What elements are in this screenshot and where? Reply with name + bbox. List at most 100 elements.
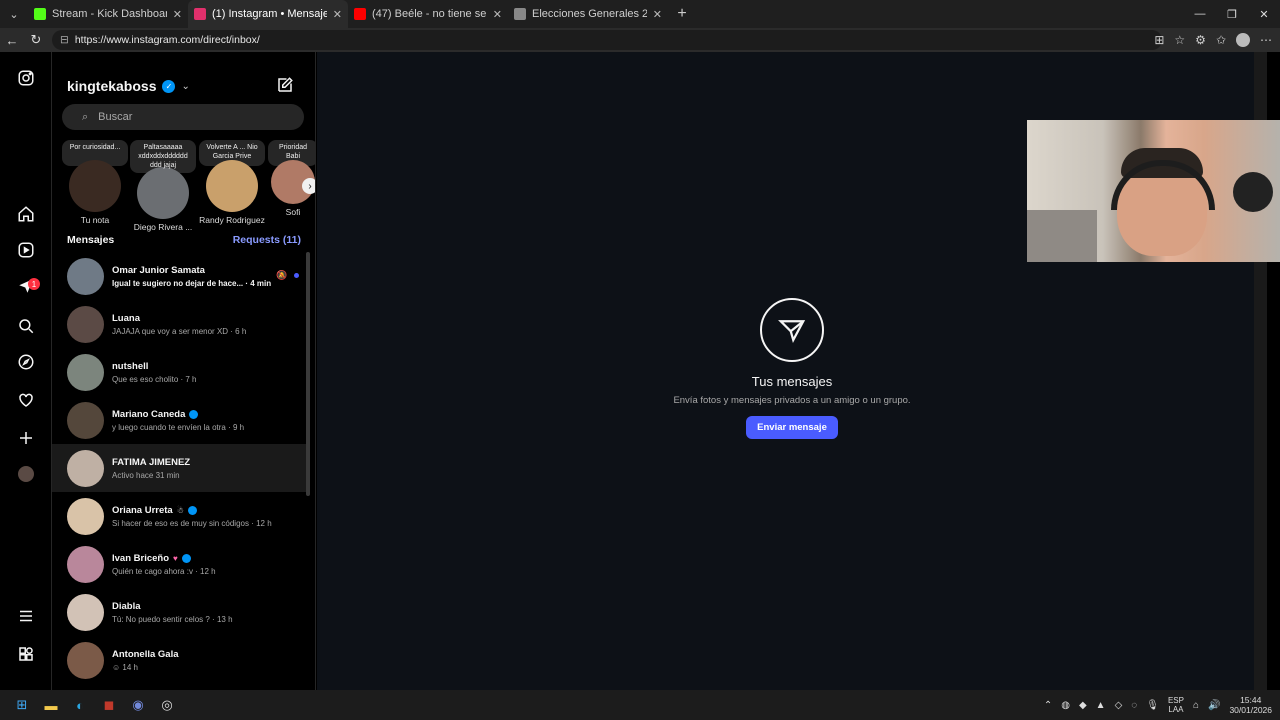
chevron-right-icon[interactable]: ›	[302, 178, 315, 194]
home-icon[interactable]	[14, 202, 38, 226]
tray-app-icon[interactable]: ◆	[1079, 700, 1087, 711]
favorites-list-icon[interactable]: ✩	[1216, 33, 1226, 47]
thread-preview: Que es eso cholito · 7 h	[112, 374, 197, 384]
close-window-icon[interactable]: ✕	[1248, 0, 1280, 28]
heart-icon[interactable]	[14, 388, 38, 412]
restore-icon[interactable]: ❐	[1216, 0, 1248, 28]
file-explorer-icon[interactable]: ▬	[39, 693, 63, 717]
search-placeholder: Buscar	[98, 111, 133, 123]
window-controls: — ❐ ✕	[1184, 0, 1280, 28]
clock[interactable]: 15:44 30/01/2026	[1229, 695, 1272, 715]
show-hidden-icons-chevron-icon[interactable]: ⌃	[1044, 700, 1052, 711]
minimize-icon[interactable]: —	[1184, 0, 1216, 28]
tray-app-icon[interactable]: ▲	[1096, 700, 1106, 711]
input-language[interactable]: ESP LAA	[1168, 696, 1184, 714]
close-tab-icon[interactable]: ✕	[653, 8, 662, 21]
close-tab-icon[interactable]: ✕	[493, 8, 502, 21]
browser-tab[interactable]: Stream - Kick Dashboard ✕	[28, 0, 188, 28]
empty-state: Tus mensajes Envía fotos y mensajes priv…	[317, 298, 1267, 439]
search-input[interactable]: ⌕ Buscar	[62, 104, 304, 130]
explore-compass-icon[interactable]	[14, 350, 38, 374]
browser-tab-active[interactable]: (1) Instagram • Mensajes ✕	[188, 0, 348, 28]
new-message-compose-icon[interactable]	[276, 76, 296, 96]
requests-link[interactable]: Requests (11)	[233, 234, 301, 246]
note-item[interactable]: Paltasaaaaa xddxddxdddddd ddd jajaj Dieg…	[130, 140, 196, 232]
volume-icon[interactable]: 🔊	[1208, 700, 1220, 711]
thread-preview: Activo hace 31 min	[112, 470, 180, 480]
microphone-icon[interactable]: 🎙	[1146, 700, 1159, 711]
network-icon[interactable]: ⌂	[1193, 700, 1199, 711]
discord-icon[interactable]: ◉	[126, 693, 150, 717]
more-menu-icon[interactable]: ⋯	[1260, 33, 1272, 47]
tab-actions-chevron-icon[interactable]: ⌄	[0, 0, 28, 28]
youtube-favicon-icon	[354, 8, 366, 20]
avatar	[67, 641, 104, 679]
hamburger-menu-icon[interactable]	[14, 604, 38, 628]
language-code: ESP	[1167, 696, 1184, 705]
apps-grid-icon[interactable]	[14, 642, 38, 666]
thread-name-row: Mariano Caneda	[112, 409, 282, 420]
app-install-icon[interactable]: ⊞	[1154, 33, 1164, 47]
instagram-favicon-icon	[194, 8, 206, 20]
thread-row[interactable]: FATIMA JIMENEZ Activo hace 31 min	[52, 444, 308, 492]
thread-list-scrollbar[interactable]	[306, 252, 310, 496]
account-username: kingtekaboss	[67, 78, 157, 94]
muted-bell-icon: 🔕	[276, 270, 288, 280]
notes-row: Por curiosidad... Tu nota Paltasaaaaa xd…	[62, 140, 315, 232]
thread-row[interactable]: Omar Junior Samata Igual te sugiero no d…	[52, 252, 308, 300]
note-name: Sofi	[285, 207, 301, 217]
unread-dot-icon	[294, 273, 299, 278]
site-info-icon[interactable]: ⊟	[60, 34, 69, 46]
windows-start-icon[interactable]: ⊞	[10, 693, 34, 717]
url-field[interactable]: ⊟ https://www.instagram.com/direct/inbox…	[52, 30, 1162, 50]
back-arrow-icon[interactable]: ←	[0, 28, 24, 52]
search-icon[interactable]	[14, 314, 38, 338]
note-text: Paltasaaaaa xddxddxdddddd ddd jajaj	[130, 140, 196, 173]
browser-tab[interactable]: (47) Beéle - no tiene sentido (Vide ✕	[348, 0, 508, 28]
thread-row[interactable]: Ivan Briceño ♥ Quién te cago ahora :v · …	[52, 540, 308, 588]
keyboard-layout: LAA	[1168, 705, 1184, 714]
new-tab-plus-icon[interactable]: +	[668, 5, 696, 23]
edge-browser-icon[interactable]: ◐	[68, 693, 92, 717]
thread-row[interactable]: Oriana Urreta ☃ Si hacer de eso es de mu…	[52, 492, 308, 540]
empty-subtitle: Envía fotos y mensajes privados a un ami…	[673, 395, 911, 406]
close-tab-icon[interactable]: ✕	[173, 8, 182, 21]
note-name: Tu nota	[80, 215, 110, 225]
messages-header: Mensajes Requests (11)	[67, 234, 301, 246]
avatar	[67, 305, 104, 343]
profile-avatar[interactable]	[1236, 33, 1250, 47]
account-switcher[interactable]: kingtekaboss ✓ ⌄	[67, 78, 190, 94]
reload-icon[interactable]: ↻	[24, 28, 48, 52]
steam-icon[interactable]: ◌	[1131, 700, 1137, 711]
thread-row[interactable]: Mariano Caneda y luego cuando te envíen …	[52, 396, 308, 444]
thread-name: nutshell	[112, 360, 149, 372]
thread-list: Omar Junior Samata Igual te sugiero no d…	[52, 252, 308, 684]
obs-icon[interactable]: ◎	[155, 693, 179, 717]
note-item[interactable]: Por curiosidad... Tu nota	[62, 140, 128, 225]
thread-name: Omar Junior Samata	[112, 264, 205, 276]
thread-row[interactable]: Diabla Tú: No puedo sentir celos ? · 13 …	[52, 588, 308, 636]
note-item[interactable]: Volverte A ... Nio Garcia Prive Randy Ro…	[199, 140, 265, 225]
thread-preview: JAJAJA que voy a ser menor XD · 6 h	[112, 326, 247, 336]
emoji-icon: ☃	[176, 505, 184, 515]
tray-app-icon[interactable]: ◍	[1061, 700, 1070, 711]
favorite-star-icon[interactable]: ☆	[1174, 33, 1185, 47]
extensions-icon[interactable]: ⚙	[1195, 33, 1206, 47]
instagram-logo-icon[interactable]	[14, 66, 38, 90]
address-bar-actions: ⊞ ☆ ⚙ ✩ ⋯	[1154, 28, 1272, 52]
thread-row[interactable]: Antonella Gala ☺ 14 h	[52, 636, 308, 684]
dota-game-icon[interactable]: ◼	[97, 693, 121, 717]
browser-tab[interactable]: Elecciones Generales 2026 ✕	[508, 0, 668, 28]
send-message-button[interactable]: Enviar mensaje	[746, 416, 838, 439]
tray-app-icon[interactable]: ◇	[1115, 700, 1123, 711]
reels-icon[interactable]	[14, 238, 38, 262]
thread-name-row: Ivan Briceño ♥	[112, 553, 282, 564]
thread-row[interactable]: Luana JAJAJA que voy a ser menor XD · 6 …	[52, 300, 308, 348]
thread-row[interactable]: nutshell Que es eso cholito · 7 h	[52, 348, 308, 396]
create-plus-icon[interactable]	[14, 426, 38, 450]
fan-icon	[1233, 172, 1273, 212]
avatar	[67, 545, 104, 583]
note-name: Diego Rivera ...	[133, 222, 193, 232]
profile-avatar[interactable]	[14, 462, 38, 486]
close-tab-icon[interactable]: ✕	[333, 8, 342, 21]
